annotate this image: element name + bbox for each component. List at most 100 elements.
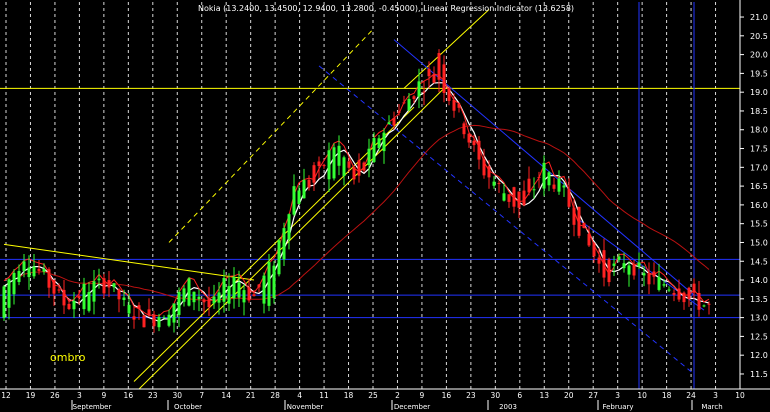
candle-body	[37, 268, 41, 271]
candle-body	[42, 269, 46, 272]
candle-body	[217, 292, 221, 303]
candle-body	[172, 303, 176, 323]
candle-body	[637, 262, 641, 267]
candle-body	[352, 167, 356, 180]
candle-body	[102, 278, 106, 294]
x-tick-label: 4	[297, 391, 302, 400]
x-tick-label: 9	[420, 391, 425, 400]
trend-line	[3, 243, 255, 281]
month-label: February	[602, 403, 633, 411]
candle-body	[537, 176, 541, 178]
candle-body	[237, 282, 241, 298]
candle-body	[527, 178, 531, 193]
y-tick-label: 13.0	[750, 314, 768, 323]
y-tick-label: 15.0	[750, 238, 768, 247]
candle-body	[242, 290, 246, 303]
candle-body	[407, 98, 411, 111]
candle-body	[432, 74, 436, 83]
candle-body	[222, 277, 226, 302]
y-tick-label: 16.5	[750, 182, 768, 191]
candle-body	[657, 276, 661, 290]
candle-body	[132, 316, 136, 320]
candle-body	[157, 316, 161, 328]
x-tick-label: 18	[344, 391, 354, 400]
x-tick-label: 3	[615, 391, 620, 400]
candle-body	[52, 280, 56, 294]
candle-body	[622, 263, 626, 269]
candle-body	[337, 145, 341, 166]
candle-body	[652, 271, 656, 277]
x-tick-label: 14	[221, 391, 231, 400]
candle-body	[542, 162, 546, 189]
x-tick-label: 12	[1, 391, 11, 400]
y-tick-label: 19.5	[750, 69, 768, 78]
trend-lines	[3, 9, 705, 390]
x-tick-label: 13	[539, 391, 549, 400]
candle-body	[612, 263, 616, 266]
candle-body	[572, 207, 576, 225]
candle-body	[497, 183, 501, 185]
candle-body	[147, 309, 151, 316]
month-label: 2003	[499, 403, 517, 411]
candle-body	[422, 91, 426, 93]
x-tick-label: 11	[319, 391, 329, 400]
candle-body	[582, 222, 586, 229]
x-tick-label: 23	[466, 391, 476, 400]
candle-body	[672, 292, 676, 295]
trend-line	[133, 106, 415, 382]
candle-body	[152, 314, 156, 327]
candle-body	[97, 278, 101, 281]
candle-body	[142, 315, 146, 328]
candle-body	[177, 291, 181, 315]
candle-body	[47, 269, 51, 288]
candle-body	[397, 111, 401, 113]
y-tick-label: 18.5	[750, 107, 768, 116]
y-tick-label: 16.0	[750, 201, 768, 210]
candle-body	[347, 161, 351, 168]
candle-body	[272, 265, 276, 299]
candle-body	[327, 150, 331, 180]
candle-body	[437, 53, 441, 80]
candle-body	[372, 138, 376, 162]
y-tick-label: 14.0	[750, 276, 768, 285]
candle-body	[192, 291, 196, 303]
candle-body	[567, 189, 571, 207]
x-tick-label: 30	[172, 391, 182, 400]
candle-body	[442, 64, 446, 93]
candle-body	[332, 147, 336, 179]
candle-body	[587, 233, 591, 246]
candle-body	[17, 271, 21, 283]
x-tick-label: 23	[148, 391, 158, 400]
candle-body	[457, 103, 461, 108]
candle-body	[552, 184, 556, 189]
candle-body	[167, 314, 171, 326]
candle-body	[677, 288, 681, 300]
candle-body	[502, 193, 506, 201]
candle-body	[287, 214, 291, 240]
candle-body	[122, 297, 126, 300]
overlay-line	[3, 73, 710, 317]
candle-body	[402, 102, 406, 104]
candle-body	[577, 206, 581, 236]
candle-body	[267, 261, 271, 306]
candle-body	[317, 161, 321, 167]
x-tick-label: 16	[124, 391, 134, 400]
candle-body	[57, 289, 61, 291]
trend-line	[168, 27, 375, 243]
candle-body	[27, 267, 31, 278]
candle-body	[517, 191, 521, 208]
candle-body	[212, 296, 216, 304]
candle-body	[72, 300, 76, 310]
candle-body	[492, 181, 496, 186]
candle-body	[87, 292, 91, 311]
month-label: September	[73, 403, 112, 411]
candle-body	[107, 280, 111, 288]
candle-body	[62, 289, 66, 306]
candle-body	[262, 275, 266, 304]
candle-body	[312, 165, 316, 183]
candle-body	[257, 284, 261, 288]
candle-body	[32, 266, 36, 277]
candle-body	[472, 140, 476, 146]
x-tick-label: 19	[26, 391, 36, 400]
candle-body	[617, 256, 621, 260]
